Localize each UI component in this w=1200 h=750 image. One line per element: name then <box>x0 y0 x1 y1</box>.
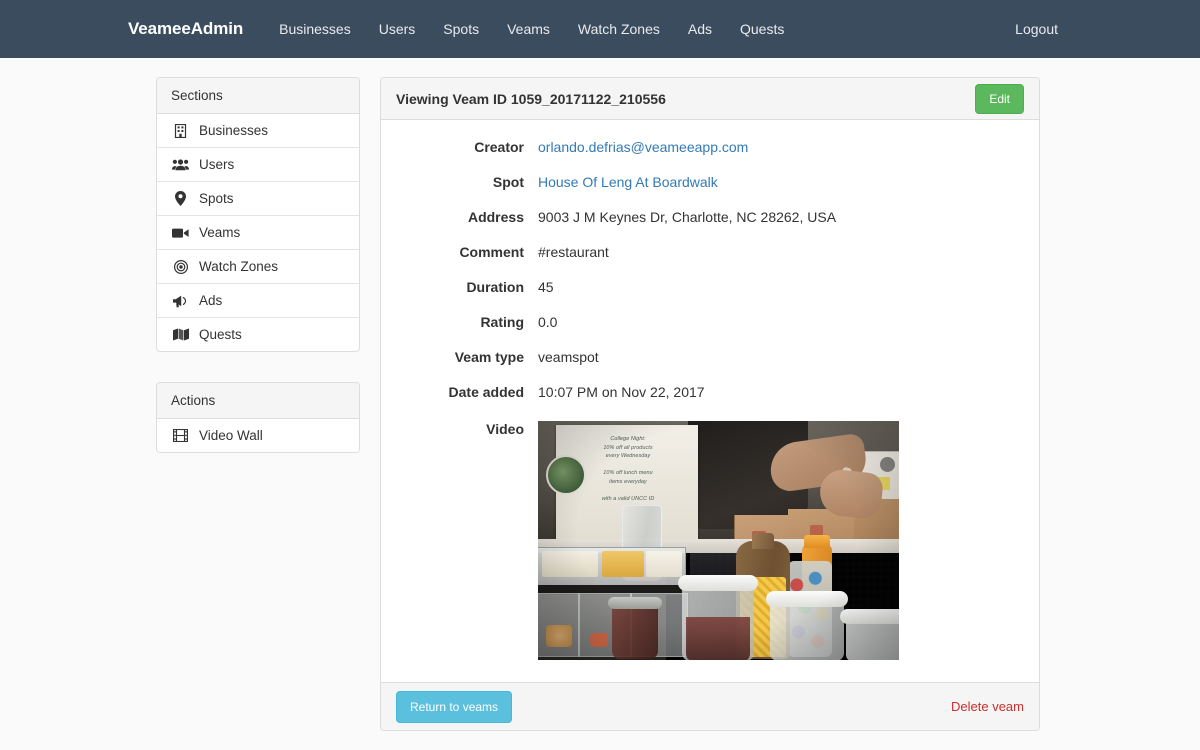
sidebar-item-label: Video Wall <box>199 428 263 443</box>
nav-link-ads[interactable]: Ads <box>674 0 726 58</box>
card-footer: Return to veams Delete veam <box>381 682 1039 730</box>
detail-label: Veam type <box>396 348 538 365</box>
detail-label: Comment <box>396 243 538 260</box>
detail-label: Spot <box>396 173 538 190</box>
users-icon <box>171 158 190 171</box>
detail-label: Duration <box>396 278 538 295</box>
detail-value: 10:07 PM on Nov 22, 2017 <box>538 383 705 400</box>
detail-label: Address <box>396 208 538 225</box>
thumb-vignette <box>538 421 899 660</box>
top-navbar: VeameeAdmin Businesses Users Spots Veams… <box>0 0 1200 58</box>
detail-value: veamspot <box>538 348 599 365</box>
sidebar-item-label: Spots <box>199 191 234 206</box>
detail-value: 9003 J M Keynes Dr, Charlotte, NC 28262,… <box>538 208 836 225</box>
main-content: Viewing Veam ID 1059_20171122_210556 Edi… <box>380 77 1040 731</box>
sidebar-item-quests[interactable]: Quests <box>157 318 359 351</box>
sidebar-item-video-wall[interactable]: Video Wall <box>157 419 359 452</box>
detail-row-rating: Rating 0.0 <box>396 313 1024 330</box>
sidebar-item-label: Ads <box>199 293 222 308</box>
delete-veam-link[interactable]: Delete veam <box>951 699 1024 714</box>
nav-link-users[interactable]: Users <box>365 0 430 58</box>
sidebar: Sections Businesses Users Spots <box>156 77 360 483</box>
card-body: Creator orlando.defrias@veameeapp.com Sp… <box>381 120 1039 682</box>
spot-link[interactable]: House Of Leng At Boardwalk <box>538 174 718 190</box>
sections-panel: Sections Businesses Users Spots <box>156 77 360 352</box>
bullseye-icon <box>171 260 190 274</box>
detail-row-video: Video <box>396 420 1024 660</box>
brand-logo[interactable]: VeameeAdmin <box>128 19 243 39</box>
sidebar-item-users[interactable]: Users <box>157 148 359 182</box>
detail-value: orlando.defrias@veameeapp.com <box>538 138 748 155</box>
page-body: Sections Businesses Users Spots <box>0 58 1200 731</box>
sidebar-item-label: Users <box>199 157 234 172</box>
detail-label: Rating <box>396 313 538 330</box>
actions-panel-header: Actions <box>157 383 359 419</box>
nav-link-veams[interactable]: Veams <box>493 0 564 58</box>
veam-detail-card: Viewing Veam ID 1059_20171122_210556 Edi… <box>380 77 1040 731</box>
map-icon <box>171 328 190 341</box>
detail-row-address: Address 9003 J M Keynes Dr, Charlotte, N… <box>396 208 1024 225</box>
detail-label: Date added <box>396 383 538 400</box>
sections-panel-header: Sections <box>157 78 359 114</box>
detail-value: 45 <box>538 278 554 295</box>
nav-right: Logout <box>1001 0 1072 58</box>
nav-link-businesses[interactable]: Businesses <box>265 0 365 58</box>
sidebar-item-label: Watch Zones <box>199 259 278 274</box>
detail-row-spot: Spot House Of Leng At Boardwalk <box>396 173 1024 190</box>
logout-link[interactable]: Logout <box>1001 21 1072 37</box>
card-header: Viewing Veam ID 1059_20171122_210556 Edi… <box>381 78 1039 120</box>
bullhorn-icon <box>171 294 190 308</box>
detail-value: House Of Leng At Boardwalk <box>538 173 718 190</box>
return-to-veams-button[interactable]: Return to veams <box>396 691 512 723</box>
page-title: Viewing Veam ID 1059_20171122_210556 <box>396 91 666 107</box>
building-icon <box>171 124 190 138</box>
detail-value: #restaurant <box>538 243 609 260</box>
detail-row-comment: Comment #restaurant <box>396 243 1024 260</box>
video-thumbnail[interactable]: College Night: 10% off all products ever… <box>538 421 899 660</box>
detail-row-date-added: Date added 10:07 PM on Nov 22, 2017 <box>396 383 1024 400</box>
sidebar-item-label: Veams <box>199 225 240 240</box>
nav-link-quests[interactable]: Quests <box>726 0 798 58</box>
detail-value: 0.0 <box>538 313 557 330</box>
detail-row-veam-type: Veam type veamspot <box>396 348 1024 365</box>
detail-row-duration: Duration 45 <box>396 278 1024 295</box>
sidebar-item-veams[interactable]: Veams <box>157 216 359 250</box>
detail-label: Creator <box>396 138 538 155</box>
film-icon <box>171 429 190 442</box>
sidebar-item-watch-zones[interactable]: Watch Zones <box>157 250 359 284</box>
detail-value: College Night: 10% off all products ever… <box>538 420 899 660</box>
edit-button[interactable]: Edit <box>975 84 1024 114</box>
detail-row-creator: Creator orlando.defrias@veameeapp.com <box>396 138 1024 155</box>
nav-link-watch-zones[interactable]: Watch Zones <box>564 0 674 58</box>
sidebar-item-label: Businesses <box>199 123 268 138</box>
sidebar-item-ads[interactable]: Ads <box>157 284 359 318</box>
creator-link[interactable]: orlando.defrias@veameeapp.com <box>538 139 748 155</box>
nav-link-spots[interactable]: Spots <box>429 0 493 58</box>
sidebar-item-label: Quests <box>199 327 242 342</box>
map-pin-icon <box>171 191 190 206</box>
detail-label: Video <box>396 420 538 437</box>
sidebar-item-spots[interactable]: Spots <box>157 182 359 216</box>
sidebar-item-businesses[interactable]: Businesses <box>157 114 359 148</box>
nav-links: Businesses Users Spots Veams Watch Zones… <box>265 0 798 58</box>
actions-panel: Actions Video Wall <box>156 382 360 453</box>
video-camera-icon <box>171 227 190 239</box>
